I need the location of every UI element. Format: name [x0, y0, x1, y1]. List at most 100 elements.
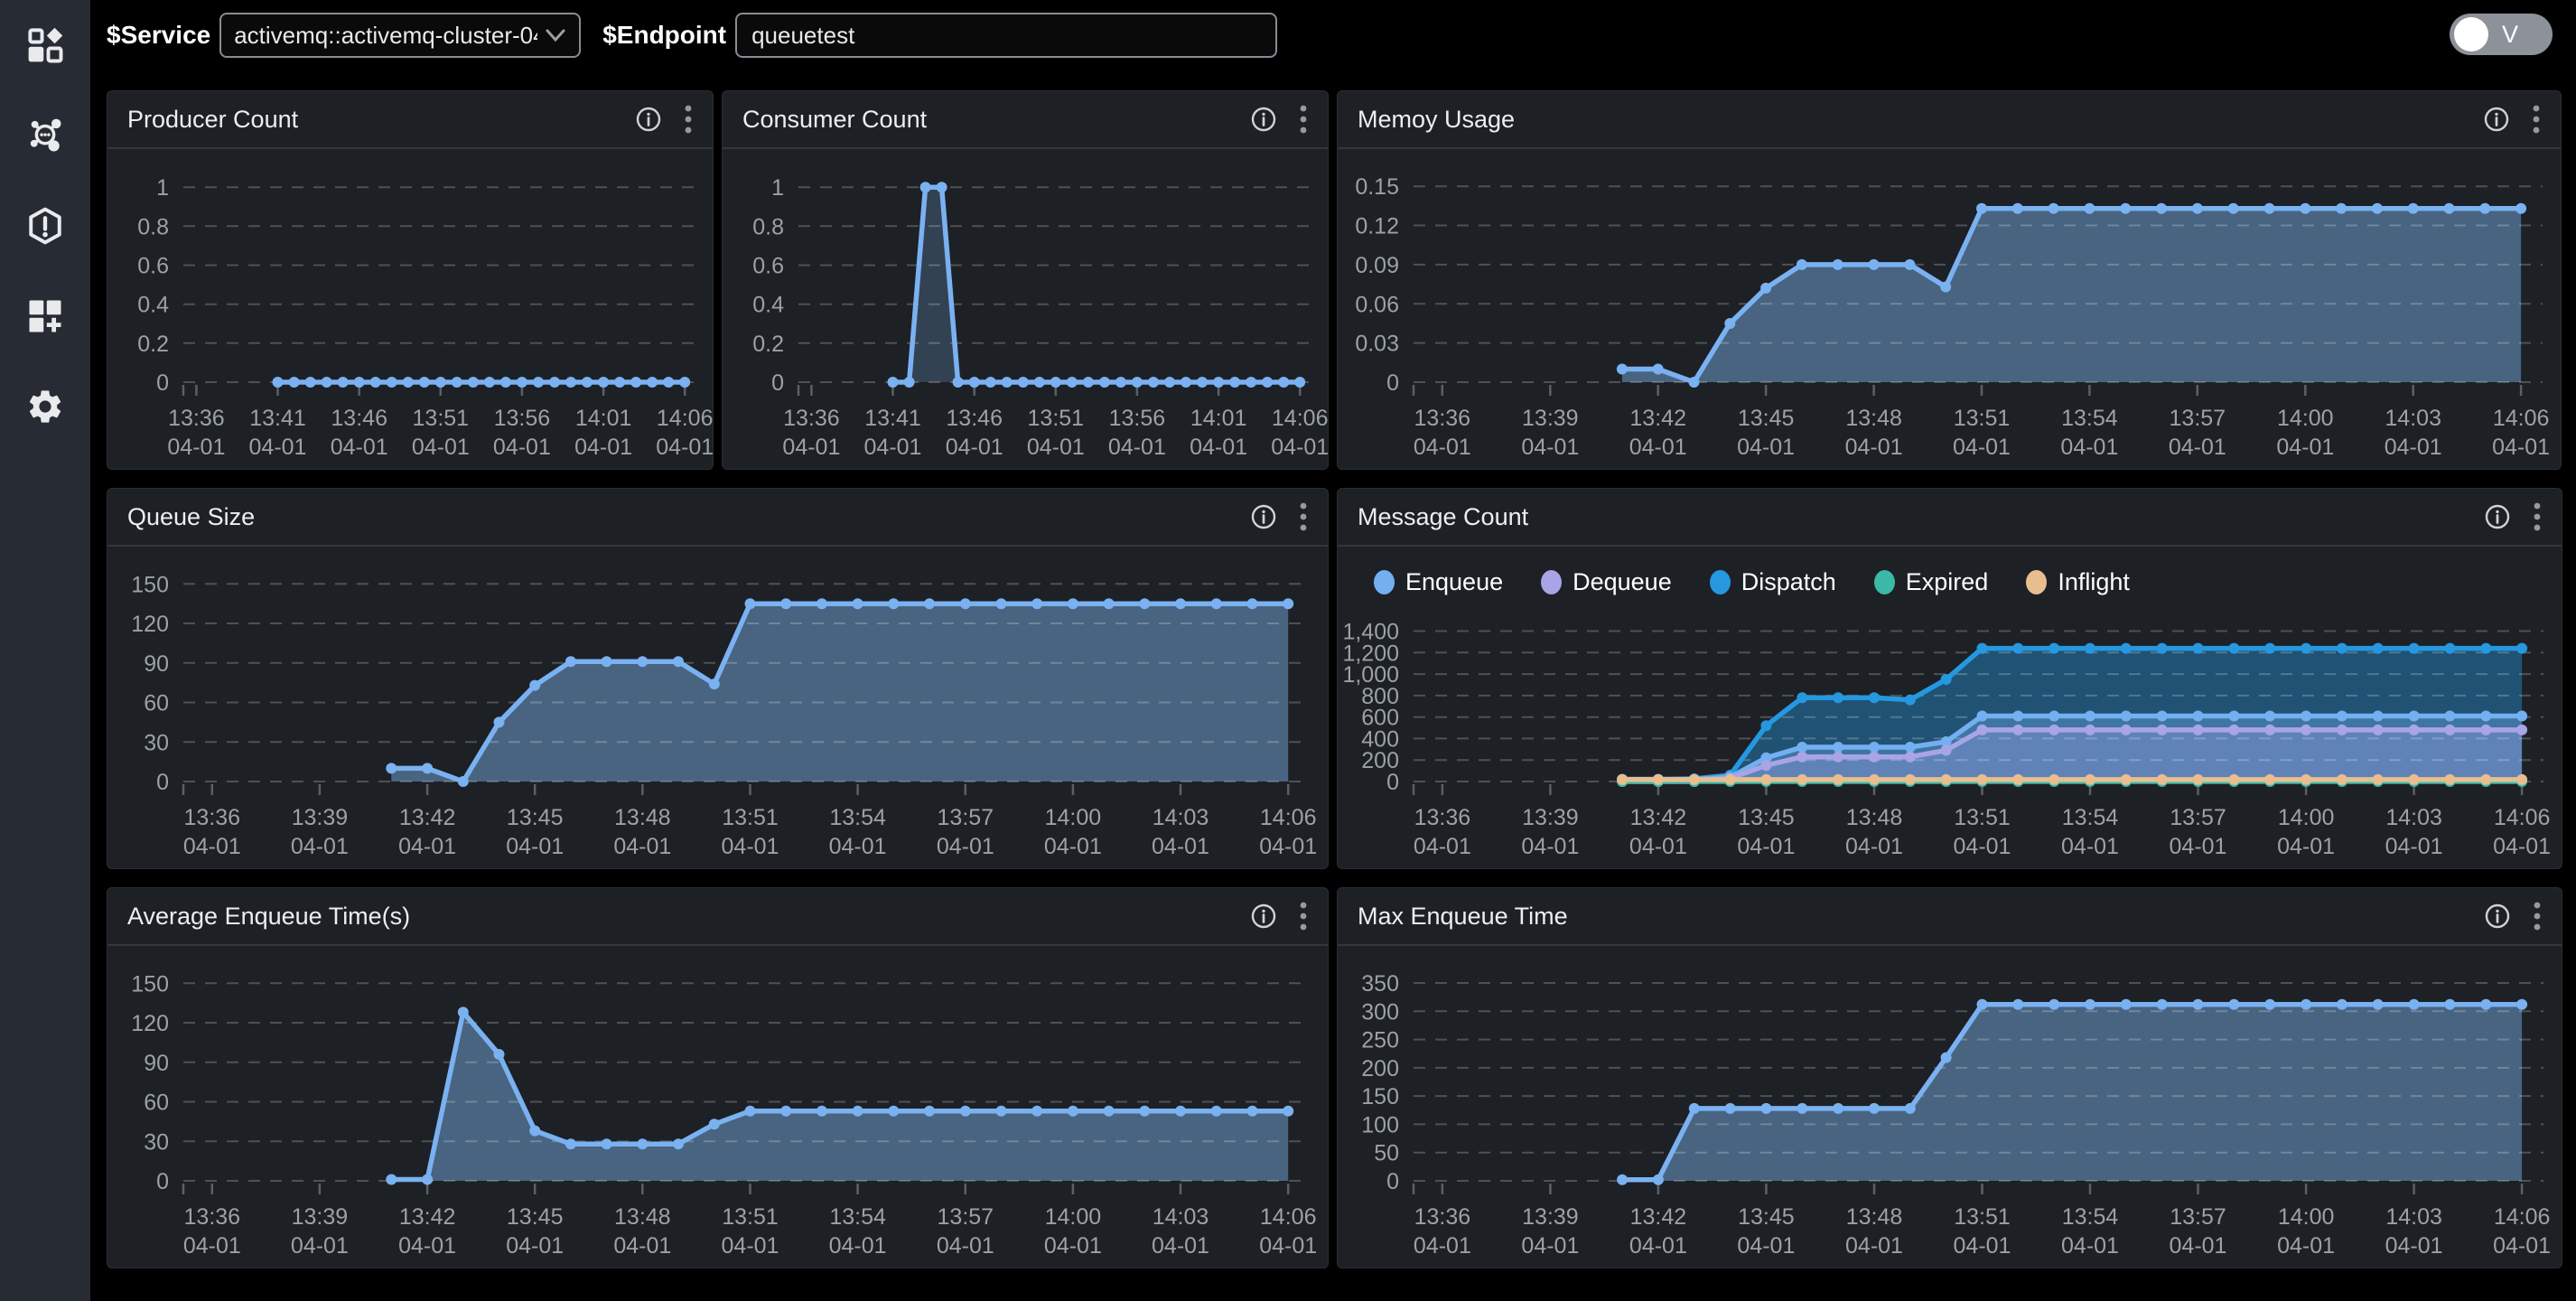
kebab-menu-icon[interactable] [2533, 901, 2542, 931]
panel-actions [2484, 901, 2542, 931]
svg-text:13:48: 13:48 [1846, 805, 1903, 830]
svg-text:13:56: 13:56 [494, 406, 551, 431]
panel-consumer-count: Consumer Count 00.20.40.60.8113:3604-011… [722, 90, 1329, 470]
svg-text:04-01: 04-01 [613, 834, 671, 859]
svg-text:14:00: 14:00 [2278, 1204, 2335, 1230]
svg-text:13:57: 13:57 [2170, 406, 2226, 431]
chart-consumer-count[interactable]: 00.20.40.60.8113:3604-0113:4104-0113:460… [723, 149, 1328, 469]
chart-memory-usage[interactable]: 00.030.060.090.120.1513:3604-0113:3904-0… [1338, 149, 2561, 469]
svg-text:13:54: 13:54 [2062, 1204, 2119, 1230]
info-icon[interactable] [2483, 106, 2510, 133]
kebab-menu-icon[interactable] [1299, 501, 1308, 532]
legend: Enqueue Dequeue Dispatch Expired Inflight [1338, 547, 2562, 599]
svg-text:13:46: 13:46 [331, 406, 387, 431]
svg-text:04-01: 04-01 [2385, 1233, 2443, 1259]
svg-text:13:39: 13:39 [292, 1204, 349, 1230]
svg-text:13:36: 13:36 [184, 1204, 241, 1230]
svg-text:14:06: 14:06 [2494, 1204, 2551, 1230]
kebab-menu-icon[interactable] [2532, 104, 2541, 135]
svg-text:30: 30 [144, 1129, 169, 1155]
info-icon[interactable] [635, 106, 662, 133]
svg-text:13:39: 13:39 [292, 805, 349, 830]
endpoint-input[interactable] [735, 13, 1277, 58]
svg-text:13:36: 13:36 [1414, 805, 1471, 830]
panel-producer-count: Producer Count 00.20.40.60.8113:3604-011… [107, 90, 714, 470]
panel-header: Average Enqueue Time(s) [107, 888, 1328, 946]
svg-text:1: 1 [156, 175, 169, 201]
alert-hexagon-icon [26, 207, 64, 245]
panel-actions [1250, 901, 1308, 931]
panel-title: Producer Count [127, 106, 635, 134]
variables-toggle[interactable]: V [2450, 14, 2553, 55]
legend-item-inflight[interactable]: Inflight [2026, 568, 2130, 596]
legend-item-enqueue[interactable]: Enqueue [1374, 568, 1503, 596]
legend-item-dequeue[interactable]: Dequeue [1541, 568, 1672, 596]
svg-text:04-01: 04-01 [2277, 1233, 2335, 1259]
svg-text:04-01: 04-01 [946, 435, 1003, 460]
chart-queue-size[interactable]: 030609012015013:3604-0113:3904-0113:4204… [107, 547, 1328, 868]
chart-max-enqueue-time[interactable]: 05010015020025030035013:3604-0113:3904-0… [1338, 946, 2562, 1268]
svg-text:04-01: 04-01 [1629, 834, 1687, 859]
svg-text:13:57: 13:57 [938, 805, 994, 830]
info-icon[interactable] [1250, 106, 1277, 133]
svg-text:13:57: 13:57 [2170, 805, 2226, 830]
sidebar-item-alerts[interactable] [23, 204, 67, 248]
svg-text:04-01: 04-01 [2276, 435, 2334, 460]
svg-text:04-01: 04-01 [1521, 435, 1579, 460]
kebab-menu-icon[interactable] [684, 104, 693, 135]
svg-text:13:48: 13:48 [614, 805, 671, 830]
panel-max-enqueue-time: Max Enqueue Time 05010015020025030035013… [1337, 887, 2562, 1268]
svg-text:13:45: 13:45 [507, 805, 564, 830]
sidebar-item-settings[interactable] [23, 385, 67, 428]
panel-actions [1250, 104, 1308, 135]
svg-text:04-01: 04-01 [1737, 1233, 1795, 1259]
kebab-menu-icon[interactable] [1299, 901, 1308, 931]
svg-text:04-01: 04-01 [1044, 834, 1102, 859]
svg-text:14:03: 14:03 [2385, 1204, 2442, 1230]
svg-text:04-01: 04-01 [1259, 1233, 1317, 1259]
info-icon[interactable] [1250, 903, 1277, 930]
svg-text:13:54: 13:54 [2062, 805, 2119, 830]
legend-item-dispatch[interactable]: Dispatch [1710, 568, 1836, 596]
svg-text:04-01: 04-01 [398, 834, 456, 859]
svg-text:1,200: 1,200 [1342, 641, 1399, 666]
sidebar-item-apps[interactable] [23, 23, 67, 67]
apps-icon [26, 26, 64, 64]
info-icon[interactable] [2484, 503, 2511, 530]
svg-text:13:39: 13:39 [1522, 1204, 1579, 1230]
svg-text:250: 250 [1361, 1028, 1399, 1053]
svg-text:0: 0 [156, 370, 169, 396]
svg-text:0.09: 0.09 [1355, 253, 1399, 278]
panel-actions [1250, 501, 1308, 532]
chart-producer-count[interactable]: 00.20.40.60.8113:3604-0113:4104-0113:460… [107, 149, 713, 469]
service-select[interactable]: activemq::activemq-cluster-040 [219, 13, 581, 58]
svg-text:13:51: 13:51 [722, 1204, 779, 1230]
legend-item-expired[interactable]: Expired [1874, 568, 1989, 596]
svg-text:14:00: 14:00 [1045, 805, 1102, 830]
kebab-menu-icon[interactable] [2533, 501, 2542, 532]
svg-text:04-01: 04-01 [1152, 1233, 1209, 1259]
kebab-menu-icon[interactable] [1299, 104, 1308, 135]
svg-text:50: 50 [1374, 1141, 1399, 1166]
panel-header: Consumer Count [723, 91, 1328, 149]
svg-text:04-01: 04-01 [2060, 435, 2118, 460]
panel-header: Memoy Usage [1338, 91, 2561, 149]
svg-text:0.8: 0.8 [752, 214, 784, 239]
svg-text:120: 120 [131, 1011, 169, 1036]
svg-text:13:39: 13:39 [1522, 406, 1579, 431]
info-icon[interactable] [1250, 503, 1277, 530]
svg-text:150: 150 [131, 971, 169, 997]
info-icon[interactable] [2484, 903, 2511, 930]
sidebar-item-add-panel[interactable] [23, 295, 67, 338]
panel-body: 00.20.40.60.8113:3604-0113:4104-0113:460… [723, 149, 1328, 469]
chart-message-count[interactable]: 02004006008001,0001,2001,40013:3604-0113… [1338, 599, 2562, 868]
svg-text:14:06: 14:06 [1260, 805, 1317, 830]
svg-text:13:36: 13:36 [1414, 406, 1471, 431]
svg-text:13:36: 13:36 [783, 406, 840, 431]
panel-body: 030609012015013:3604-0113:3904-0113:4204… [107, 547, 1328, 868]
svg-text:13:48: 13:48 [1846, 1204, 1903, 1230]
chart-average-enqueue-time[interactable]: 030609012015013:3604-0113:3904-0113:4204… [107, 946, 1328, 1268]
svg-text:14:06: 14:06 [2493, 406, 2550, 431]
topology-icon [26, 117, 64, 154]
sidebar-item-topology[interactable] [23, 114, 67, 157]
